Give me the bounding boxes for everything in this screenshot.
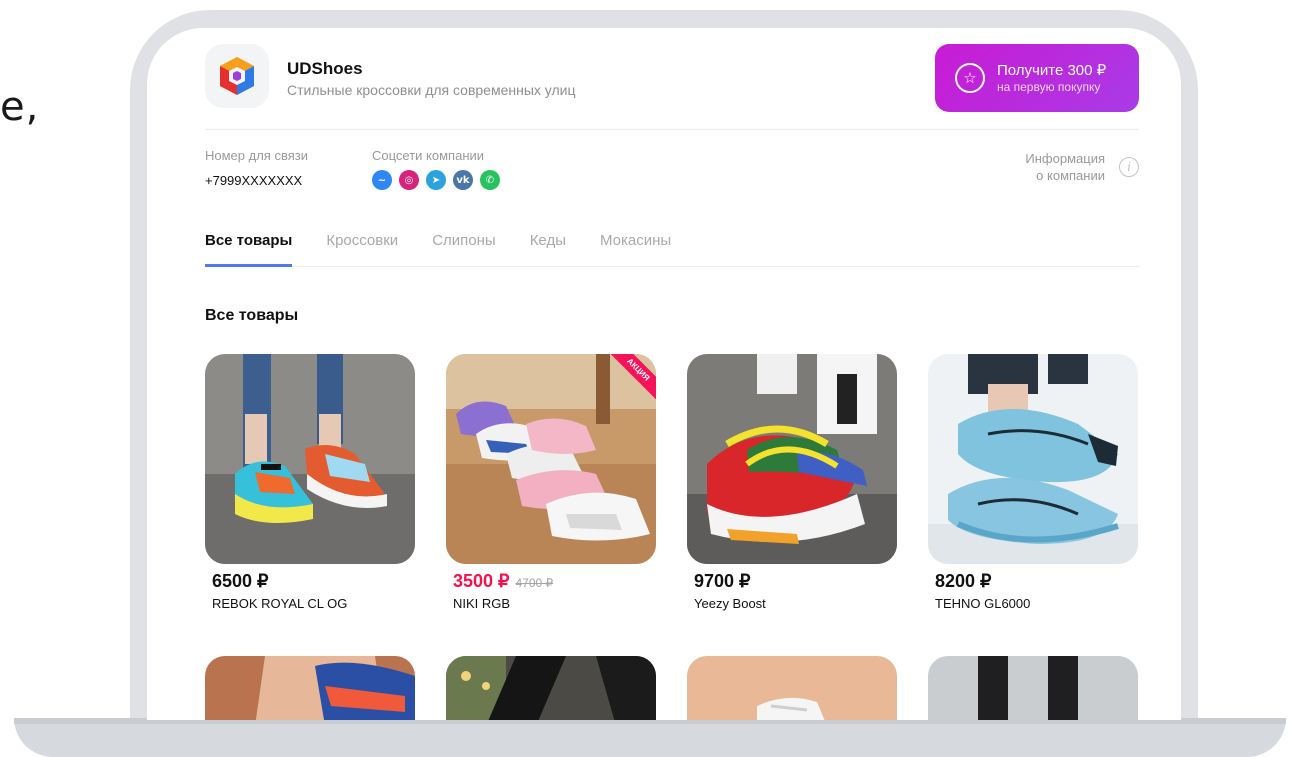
star-icon: ☆ <box>955 63 985 93</box>
side-text: e, <box>0 84 40 130</box>
company-info-line1: Информация <box>1025 151 1105 166</box>
product-price: 9700 ₽ <box>694 571 751 591</box>
category-tabs: Все товары Кроссовки Слипоны Кеды Мокаси… <box>205 232 1139 267</box>
product-card[interactable]: 6500 ₽ REBOK ROYAL CL OG <box>205 354 415 611</box>
socials-block: Соцсети компании ~ ◎ ➤ vk ✆ <box>372 148 500 190</box>
contact-block: Номер для связи +7999XXXXXXX <box>205 148 308 188</box>
company-info-text: Информация о компании <box>1025 150 1105 184</box>
vk-icon[interactable]: vk <box>453 170 473 190</box>
socials-label: Соцсети компании <box>372 148 485 163</box>
promo-bonus-button[interactable]: ☆ Получите 300 ₽ на первую покупку <box>935 44 1139 112</box>
product-image[interactable] <box>205 354 415 564</box>
product-old-price: 4700 ₽ <box>515 576 554 590</box>
messenger-icon[interactable]: ~ <box>372 170 392 190</box>
tab-sneakers[interactable]: Кроссовки <box>326 232 398 267</box>
info-row: Номер для связи +7999XXXXXXX Соцсети ком… <box>205 146 1139 194</box>
info-icon: i <box>1119 157 1139 177</box>
product-card[interactable]: АКЦИЯ 3500 ₽ 4700 ₽ NIKI RGB <box>446 354 656 611</box>
product-image-partial[interactable] <box>446 656 656 720</box>
whatsapp-icon[interactable]: ✆ <box>480 170 500 190</box>
socials-list: ~ ◎ ➤ vk ✆ <box>372 170 500 190</box>
shop-tagline: Стильные кроссовки для современных улиц <box>287 82 576 98</box>
product-image[interactable]: АКЦИЯ <box>446 354 656 564</box>
product-name[interactable]: NIKI RGB <box>446 596 656 611</box>
product-card[interactable]: 9700 ₽ Yeezy Boost <box>687 354 897 611</box>
shop-header: UDShoes Стильные кроссовки для современн… <box>205 44 1139 130</box>
company-info-line2: о компании <box>1036 168 1105 183</box>
tab-moccasins[interactable]: Мокасины <box>600 232 671 267</box>
product-name[interactable]: Yeezy Boost <box>687 596 897 611</box>
promo-subtitle: на первую покупку <box>997 79 1101 94</box>
product-price: 3500 ₽ <box>453 571 510 591</box>
company-info-button[interactable]: Информация о компании i <box>1025 150 1139 184</box>
laptop-base <box>14 718 1286 757</box>
product-price: 6500 ₽ <box>212 571 269 591</box>
product-image-partial[interactable] <box>205 656 415 720</box>
product-image[interactable] <box>687 354 897 564</box>
contact-phone[interactable]: +7999XXXXXXX <box>205 173 308 188</box>
product-card[interactable]: 8200 ₽ TEHNO GL6000 <box>928 354 1138 611</box>
tab-all-products[interactable]: Все товары <box>205 232 293 267</box>
instagram-icon[interactable]: ◎ <box>399 170 419 190</box>
product-name[interactable]: REBOK ROYAL CL OG <box>205 596 415 611</box>
product-image-partial[interactable] <box>687 656 897 720</box>
tab-keds[interactable]: Кеды <box>530 232 566 267</box>
promo-title: Получите 300 ₽ <box>997 61 1107 79</box>
product-price: 8200 ₽ <box>935 571 992 591</box>
tab-slip-ons[interactable]: Слипоны <box>432 232 496 267</box>
product-image-partial[interactable] <box>928 656 1138 720</box>
shop-screen: UDShoes Стильные кроссовки для современн… <box>147 28 1181 720</box>
shop-logo-icon <box>220 57 254 95</box>
contact-label: Номер для связи <box>205 148 308 163</box>
product-image[interactable] <box>928 354 1138 564</box>
telegram-icon[interactable]: ➤ <box>426 170 446 190</box>
section-title: Все товары <box>205 307 299 324</box>
shop-logo[interactable] <box>205 44 269 108</box>
product-name[interactable]: TEHNO GL6000 <box>928 596 1138 611</box>
shop-name: UDShoes <box>287 59 363 78</box>
